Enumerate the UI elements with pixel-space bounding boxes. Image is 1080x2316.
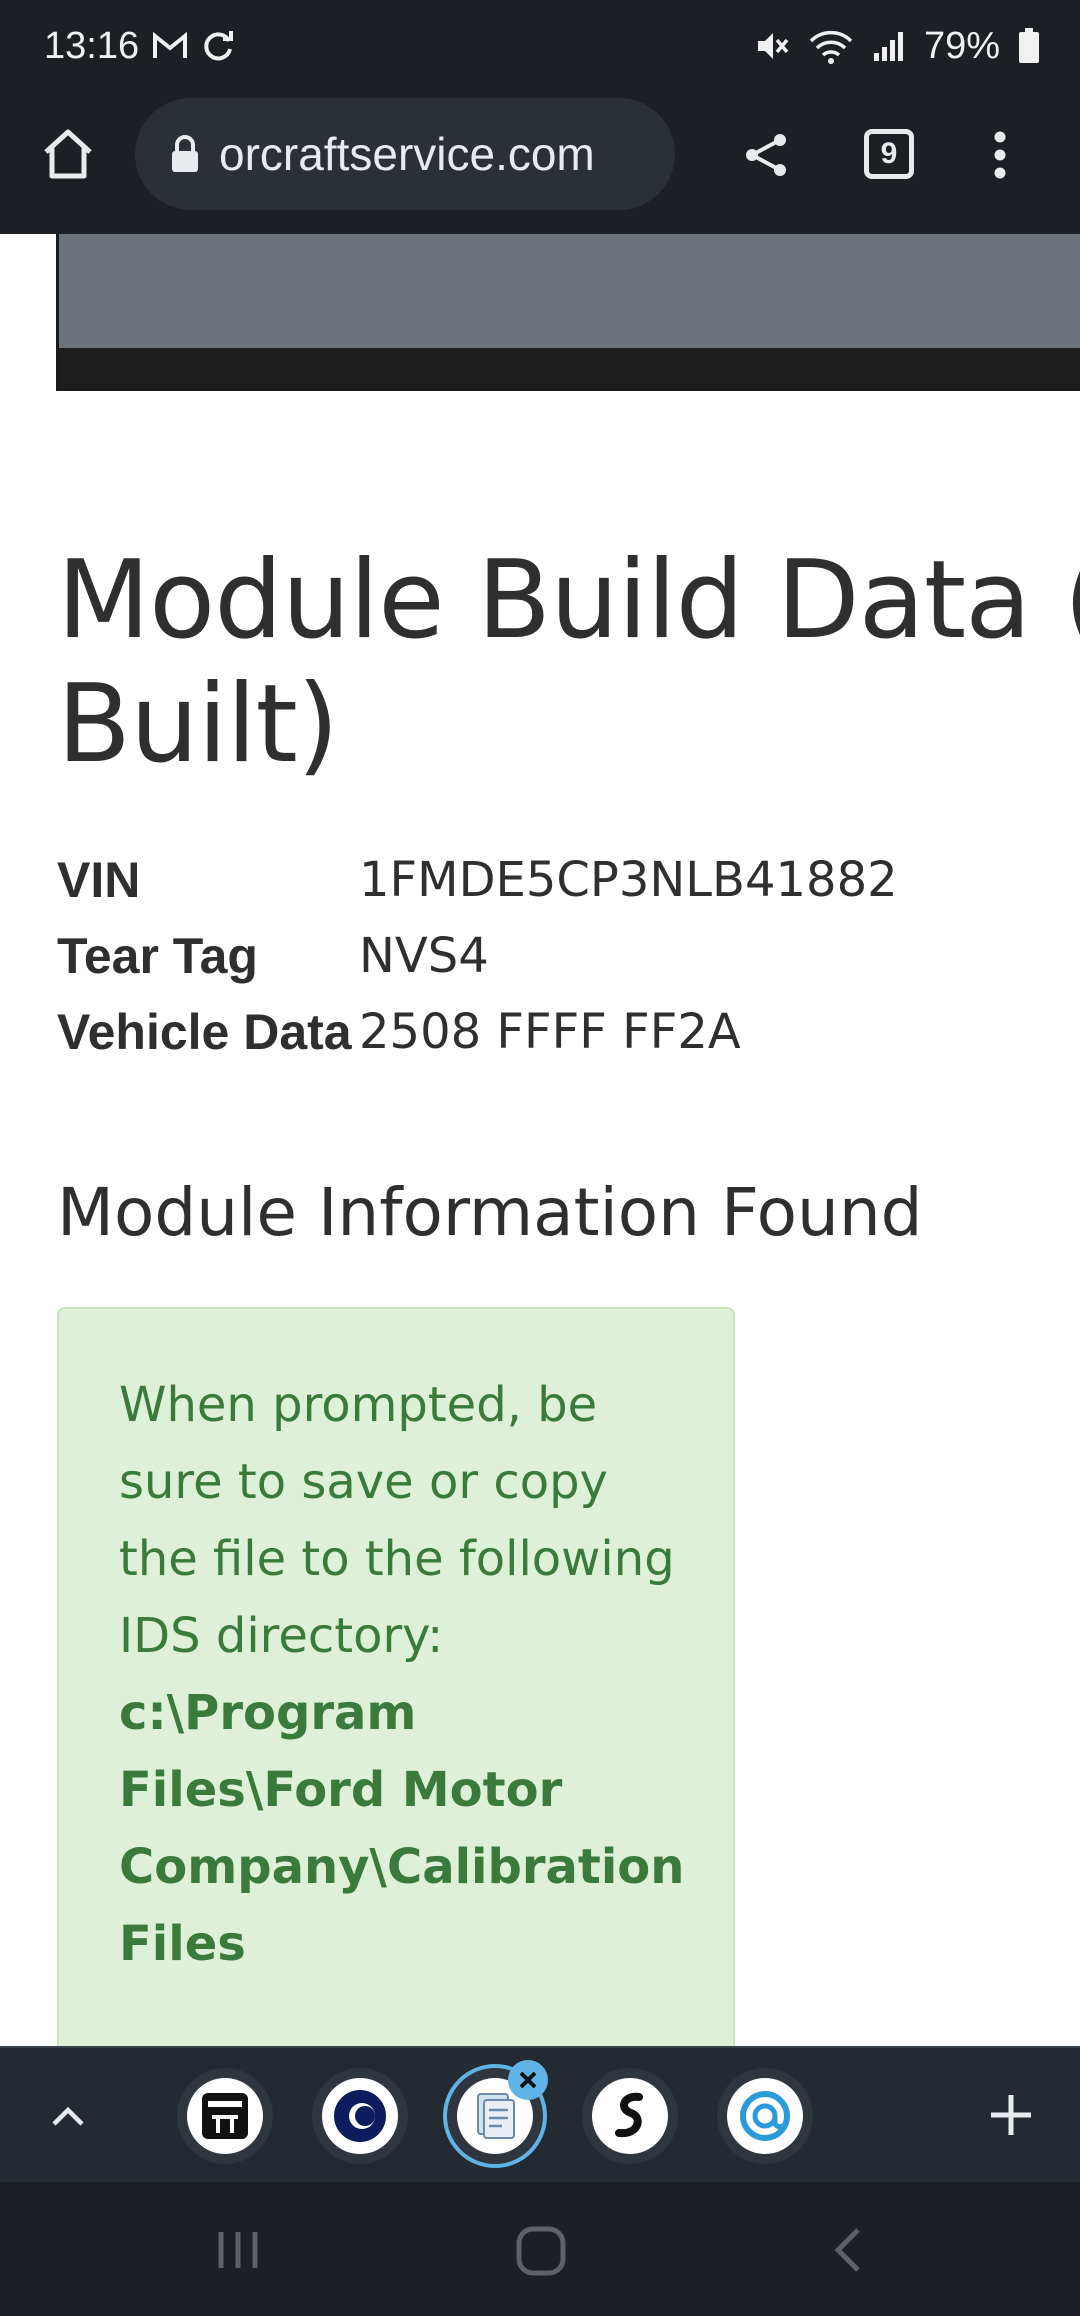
sync-icon xyxy=(201,29,235,63)
wifi-icon xyxy=(808,28,854,64)
web-page: Module Build Data (As Built) VIN 1FMDE5C… xyxy=(0,234,1080,2046)
battery-percent: 79% xyxy=(923,24,1000,67)
tab-favicon-4[interactable] xyxy=(592,2078,668,2154)
success-alert: When prompted, be sure to save or copy t… xyxy=(57,1307,735,2046)
info-value: 2508 FFFF FF2A xyxy=(359,1004,741,1060)
chevron-up-icon[interactable] xyxy=(46,2094,90,2138)
status-bar: 13:16 79% xyxy=(0,0,1080,92)
info-row-vehicle-data: Vehicle Data 2508 FFFF FF2A xyxy=(57,994,898,1070)
share-icon[interactable] xyxy=(740,126,794,184)
new-tab-icon[interactable] xyxy=(986,2090,1036,2140)
back-icon[interactable] xyxy=(820,2222,876,2278)
close-tab-icon[interactable] xyxy=(508,2060,548,2100)
info-row-vin: VIN 1FMDE5CP3NLB41882 xyxy=(57,842,898,918)
hero-banner-footer xyxy=(59,348,1080,388)
tab-favicon-5[interactable] xyxy=(727,2078,803,2154)
tab-favicon-2[interactable] xyxy=(322,2078,398,2154)
section-heading: Module Information Found xyxy=(57,1174,923,1251)
tab-switcher-icon[interactable]: 9 xyxy=(862,126,916,182)
alert-path: c:\Program Files\Ford Motor Company\Cali… xyxy=(119,1685,685,1972)
info-label: VIN xyxy=(57,852,141,908)
battery-icon xyxy=(1018,28,1040,64)
home-icon[interactable] xyxy=(38,124,98,184)
info-label: Vehicle Data xyxy=(57,1004,352,1060)
recents-icon[interactable] xyxy=(210,2222,266,2278)
more-vert-icon[interactable] xyxy=(982,126,1018,184)
tab-favicon-1[interactable] xyxy=(187,2078,263,2154)
status-left: 13:16 xyxy=(44,25,235,68)
address-bar[interactable]: orcraftservice.com xyxy=(135,98,675,210)
url-text: orcraftservice.com xyxy=(219,128,595,180)
info-label: Tear Tag xyxy=(57,928,258,984)
info-value: NVS4 xyxy=(359,928,489,984)
signal-icon xyxy=(872,29,906,63)
status-time: 13:16 xyxy=(44,24,140,67)
gmail-icon xyxy=(153,32,188,60)
info-value: 1FMDE5CP3NLB41882 xyxy=(359,852,898,908)
alert-text: When prompted, be sure to save or copy t… xyxy=(119,1377,675,1664)
mute-icon xyxy=(754,28,790,64)
info-row-tear-tag: Tear Tag NVS4 xyxy=(57,918,898,994)
status-right: 79% xyxy=(754,25,1040,68)
vehicle-info-table: VIN 1FMDE5CP3NLB41882 Tear Tag NVS4 Vehi… xyxy=(57,842,898,1070)
lock-icon xyxy=(171,135,199,173)
home-nav-icon[interactable] xyxy=(510,2220,572,2282)
page-title: Module Build Data (As Built) xyxy=(57,538,1080,787)
hero-banner xyxy=(56,234,1080,391)
tab-count: 9 xyxy=(864,129,914,179)
